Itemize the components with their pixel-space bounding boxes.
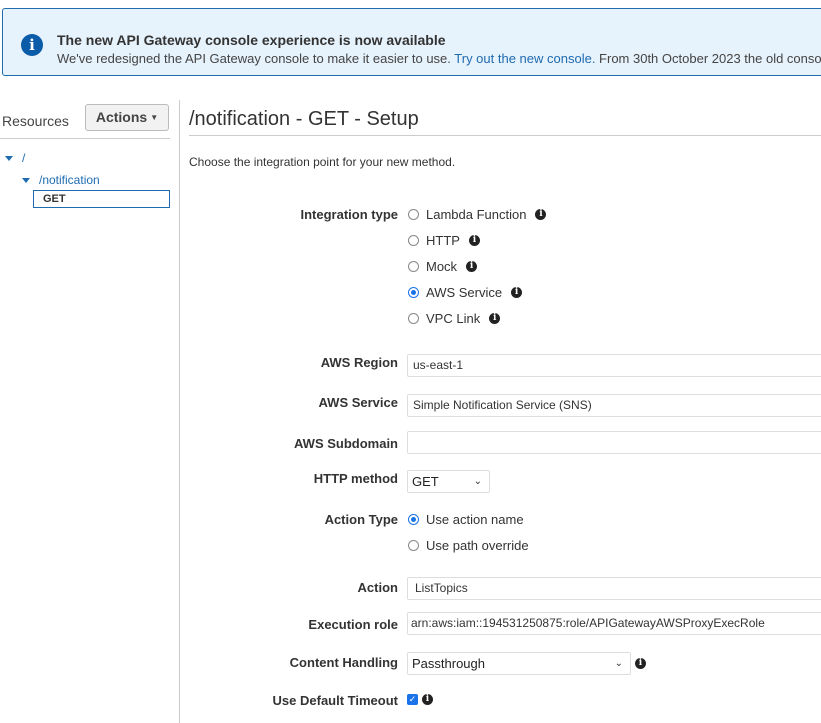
info-icon[interactable]: i xyxy=(466,261,478,272)
content-handling-label: Content Handling xyxy=(289,655,398,670)
aws-region-input[interactable]: us-east-1 xyxy=(407,354,821,377)
radio-use-action-name[interactable]: Use action name xyxy=(408,512,524,527)
aws-service-label: AWS Service xyxy=(318,395,399,410)
tree-item-label: /notification xyxy=(39,173,100,187)
radio-label: Use path override xyxy=(426,538,529,553)
radio-label: Mock xyxy=(426,259,458,274)
title-divider xyxy=(189,135,821,136)
chevron-down-icon: ⌄ xyxy=(473,476,482,487)
select-value: GET xyxy=(412,474,439,489)
info-icon[interactable]: i xyxy=(468,235,480,246)
info-icon[interactable]: i xyxy=(422,694,433,705)
banner-text-before: We've redesigned the API Gateway console… xyxy=(57,51,455,66)
radio-label: HTTP xyxy=(426,233,460,248)
default-timeout-label: Use Default Timeout xyxy=(272,693,398,708)
radio-lambda-function[interactable]: Lambda Function i xyxy=(408,207,547,222)
info-icon[interactable]: i xyxy=(635,658,646,669)
actions-label: Actions xyxy=(95,109,148,125)
radio-vpc-link[interactable]: VPC Link i xyxy=(408,311,501,326)
radio-aws-service[interactable]: AWS Service i xyxy=(408,285,523,300)
radio-button-selected[interactable] xyxy=(408,287,419,298)
radio-label: AWS Service xyxy=(426,285,503,300)
caret-down-icon: ▼ xyxy=(150,113,159,123)
page-description: Choose the integration point for your ne… xyxy=(189,155,456,169)
aws-subdomain-input[interactable] xyxy=(407,431,821,454)
default-timeout-checkbox[interactable]: ✓ xyxy=(407,694,418,705)
info-icon[interactable]: i xyxy=(511,287,523,298)
radio-button[interactable] xyxy=(408,540,419,551)
select-value: Passthrough xyxy=(412,656,485,671)
chevron-down-icon: ⌄ xyxy=(614,658,623,669)
action-input[interactable]: ListTopics xyxy=(407,577,821,600)
tree-item-get-method[interactable]: GET xyxy=(33,190,170,208)
banner-text-after: From 30th October 2023 the old console xyxy=(595,51,821,66)
tree-item-root[interactable]: / xyxy=(5,151,25,165)
action-type-label: Action Type xyxy=(324,512,398,527)
new-console-banner: i The new API Gateway console experience… xyxy=(2,8,821,76)
expand-triangle-icon[interactable] xyxy=(22,178,30,184)
tree-item-label: / xyxy=(22,151,26,165)
resources-label: Resources xyxy=(2,113,69,129)
radio-mock[interactable]: Mock i xyxy=(408,259,478,274)
radio-button[interactable] xyxy=(408,235,419,246)
execution-role-label: Execution role xyxy=(308,617,398,632)
actions-button[interactable]: Actions ▼ xyxy=(85,104,169,131)
expand-triangle-icon[interactable] xyxy=(5,156,13,162)
radio-http[interactable]: HTTP i xyxy=(408,233,480,248)
aws-service-input[interactable]: Simple Notification Service (SNS) xyxy=(407,394,821,417)
radio-use-path-override[interactable]: Use path override xyxy=(408,538,529,553)
aws-subdomain-label: AWS Subdomain xyxy=(294,436,398,451)
radio-button[interactable] xyxy=(408,261,419,272)
execution-role-input[interactable]: arn:aws:iam::194531250875:role/APIGatewa… xyxy=(407,612,821,635)
try-new-console-link[interactable]: Try out the new console. xyxy=(454,51,595,66)
info-icon: i xyxy=(21,34,43,56)
integration-type-label: Integration type xyxy=(300,207,398,222)
tree-item-notification[interactable]: /notification xyxy=(22,173,100,187)
resources-sidebar: Resources Actions ▼ / /notification GET xyxy=(0,100,180,723)
aws-region-label: AWS Region xyxy=(320,355,398,370)
content-handling-select[interactable]: Passthrough ⌄ xyxy=(407,652,631,675)
http-method-label: HTTP method xyxy=(313,471,398,486)
info-icon[interactable]: i xyxy=(535,209,547,220)
sidebar-divider xyxy=(0,138,170,139)
radio-label: VPC Link xyxy=(426,311,481,326)
radio-button-selected[interactable] xyxy=(408,514,419,525)
radio-label: Use action name xyxy=(426,512,524,527)
radio-button[interactable] xyxy=(408,209,419,220)
banner-title: The new API Gateway console experience i… xyxy=(57,32,446,48)
page-title: /notification - GET - Setup xyxy=(189,108,419,130)
info-icon[interactable]: i xyxy=(489,313,501,324)
radio-label: Lambda Function xyxy=(426,207,527,222)
banner-text: We've redesigned the API Gateway console… xyxy=(57,51,821,66)
http-method-select[interactable]: GET ⌄ xyxy=(407,470,490,493)
radio-button[interactable] xyxy=(408,313,419,324)
action-label: Action xyxy=(357,580,398,595)
